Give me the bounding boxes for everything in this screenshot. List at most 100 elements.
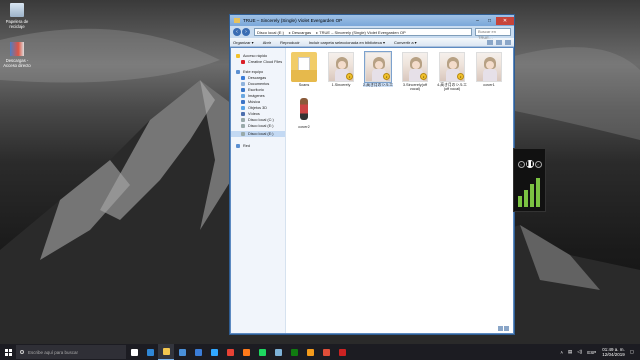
navigation-bar: ‹ › Disco local (E:) Descargas TRUE – Si… <box>230 26 514 40</box>
help-icon[interactable] <box>505 39 511 45</box>
file-name: cover2 <box>298 125 310 129</box>
notifications-icon[interactable]: ▢ <box>630 349 634 355</box>
play-button[interactable]: Reproducir <box>280 40 300 45</box>
convert-button[interactable]: Convertir a ▾ <box>394 40 417 45</box>
taskbar-search-input[interactable]: Escribe aquí para buscar <box>16 345 126 359</box>
command-toolbar: Organizar ▾ Abrir Reproducir Incluir car… <box>230 38 514 47</box>
network-icon[interactable]: ▤ <box>568 349 572 355</box>
nav-creative-cloud[interactable]: Creative Cloud Files <box>231 59 285 65</box>
photoshop-icon <box>210 348 218 356</box>
desktop-icon-recycle-bin[interactable]: Papelera de reciclaje <box>0 3 34 29</box>
taskbar-app-photoshop[interactable] <box>206 344 222 360</box>
cloud-icon <box>241 60 245 64</box>
steam-icon <box>274 348 282 356</box>
mail-icon <box>194 348 202 356</box>
recycle-bin-icon <box>10 3 24 17</box>
download-icon <box>241 76 245 80</box>
search-input[interactable]: Buscar en TRUE… <box>475 28 511 40</box>
taskbar-app-task-view[interactable] <box>126 344 142 360</box>
file-explorer-icon <box>162 348 170 355</box>
title-bar[interactable]: TRUE – Sincerely (Single) Violet Evergar… <box>230 15 514 26</box>
volume-icon[interactable]: ◁) <box>577 349 582 355</box>
taskbar-app-spotify[interactable] <box>254 344 270 360</box>
breadcrumb-current-folder[interactable]: TRUE – Sincerely (Single) Violet Evergar… <box>316 30 405 35</box>
taskbar-app-app[interactable] <box>318 344 334 360</box>
minimize-button[interactable]: – <box>472 17 483 25</box>
music-note-icon: ♪ <box>346 73 353 80</box>
file-list: Scans ♪ 1.Sincerely ♪ 2.高き月のシルエ ♪ 3.Sinc… <box>286 48 513 333</box>
album-art-thumbnail: ♪ <box>402 52 428 82</box>
file-item-image[interactable]: cover2 <box>289 94 319 129</box>
taskbar-app-media-player[interactable] <box>302 344 318 360</box>
taskbar-app-steam[interactable] <box>270 344 286 360</box>
taskbar-app-store[interactable] <box>174 344 190 360</box>
drive-icon <box>241 118 245 122</box>
image-thumbnail <box>476 52 502 82</box>
taskbar: Escribe aquí para buscar ˄ ▤ ◁) ESP 01:4… <box>0 344 640 360</box>
view-options-icon[interactable] <box>487 39 493 45</box>
preview-pane-icon[interactable] <box>496 39 502 45</box>
window-content: Acceso rápido Creative Cloud Files Este … <box>231 48 513 333</box>
folder-icon <box>234 18 240 23</box>
cube-icon <box>241 106 245 110</box>
folder-thumbnail-icon <box>291 52 317 82</box>
xbox-icon <box>290 348 298 356</box>
details-view-icon[interactable] <box>498 326 503 331</box>
start-button[interactable] <box>0 344 16 360</box>
previous-track-icon[interactable]: ‹ <box>517 160 525 168</box>
file-name: 3.Sincerely(off vocal) <box>402 83 428 92</box>
clock[interactable]: 01:49 a. m. 12/04/2019 <box>602 347 625 357</box>
file-item-audio[interactable]: ♪ 4.高き月のシルエ(off vocal) <box>437 52 467 92</box>
next-track-icon[interactable]: › <box>534 160 542 168</box>
include-in-library-button[interactable]: Incluir carpeta seleccionada en bibliote… <box>309 40 385 45</box>
file-item-image[interactable]: cover1 <box>474 52 504 87</box>
back-icon[interactable]: ‹ <box>233 28 241 36</box>
explorer-window: TRUE – Sincerely (Single) Violet Evergar… <box>229 14 515 335</box>
clock-date: 12/04/2019 <box>602 352 625 357</box>
nav-drive-e[interactable]: Disco local (E:) <box>231 123 285 129</box>
spotify-icon <box>258 348 266 356</box>
file-item-audio[interactable]: ♪ 1.Sincerely <box>326 52 356 87</box>
level-bar <box>518 196 522 207</box>
organize-button[interactable]: Organizar ▾ <box>233 40 254 45</box>
drive-icon <box>241 132 245 136</box>
edge-icon <box>146 348 154 356</box>
level-bar <box>530 184 534 207</box>
taskbar-app-edge[interactable] <box>142 344 158 360</box>
file-name: 2.高き月のシルエ <box>363 83 393 88</box>
taskbar-app-xbox[interactable] <box>286 344 302 360</box>
close-button[interactable]: ✕ <box>496 16 514 25</box>
file-item-folder[interactable]: Scans <box>289 52 319 87</box>
taskbar-app-mail[interactable] <box>190 344 206 360</box>
address-bar[interactable]: Disco local (E:) Descargas TRUE – Sincer… <box>254 28 472 36</box>
nav-selected-drive[interactable]: Disco local (E:) <box>231 131 285 137</box>
open-button[interactable]: Abrir <box>263 40 271 45</box>
taskbar-app-file-explorer[interactable] <box>158 344 174 360</box>
music-icon <box>241 100 245 104</box>
album-art-thumbnail: ♪ <box>364 51 392 83</box>
nav-network[interactable]: Red <box>231 143 285 149</box>
chevron-up-icon[interactable]: ˄ <box>560 350 563 355</box>
taskbar-app-chrome[interactable] <box>222 344 238 360</box>
level-bar <box>536 178 540 207</box>
forward-icon[interactable]: › <box>242 28 250 36</box>
desktop-icon-label: Descargas - Acceso directo <box>3 58 31 68</box>
breadcrumb-drive[interactable]: Disco local (E:) <box>257 30 284 35</box>
file-item-audio[interactable]: ♪ 3.Sincerely(off vocal) <box>400 52 430 92</box>
file-name: 1.Sincerely <box>331 83 351 87</box>
network-icon <box>236 144 240 148</box>
document-icon <box>241 82 245 86</box>
file-item-audio-selected[interactable]: ♪ 2.高き月のシルエ <box>363 51 393 88</box>
firefox-icon <box>242 348 250 356</box>
pause-button[interactable]: ❚❚ <box>525 160 534 168</box>
taskbar-app-firefox[interactable] <box>238 344 254 360</box>
media-player-icon <box>306 348 314 356</box>
navigation-pane: Acceso rápido Creative Cloud Files Este … <box>231 48 286 333</box>
desktop-icon-downloads-shortcut[interactable]: Descargas - Acceso directo <box>0 42 34 68</box>
taskbar-app-app[interactable] <box>334 344 350 360</box>
system-tray: ˄ ▤ ◁) ESP 01:49 a. m. 12/04/2019 ▢ <box>555 347 640 357</box>
language-indicator[interactable]: ESP <box>587 350 596 355</box>
thumbnail-view-icon[interactable] <box>504 326 509 331</box>
maximize-button[interactable]: □ <box>484 17 495 25</box>
breadcrumb-downloads[interactable]: Descargas <box>289 30 311 35</box>
